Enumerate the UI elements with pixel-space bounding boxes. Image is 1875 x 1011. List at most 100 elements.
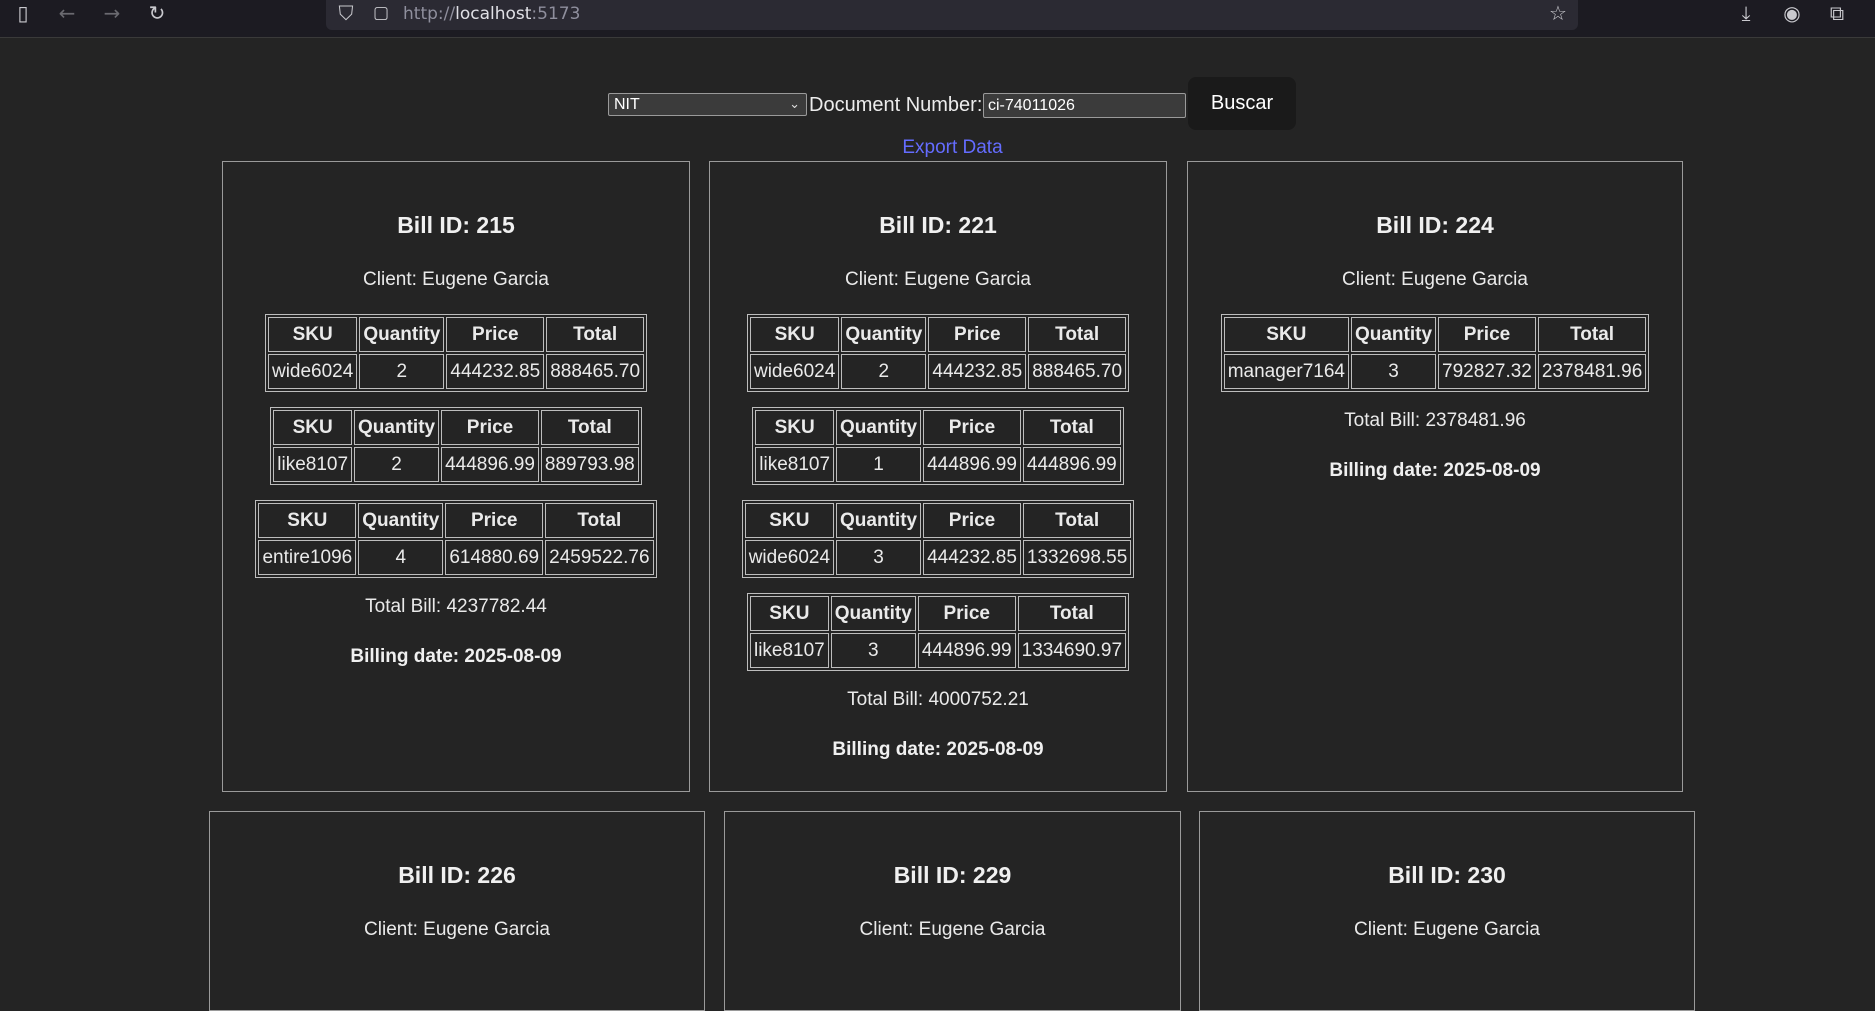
- column-header: Quantity: [836, 410, 922, 445]
- column-header: Total: [546, 317, 645, 352]
- item-qty-cell: 1: [836, 447, 922, 482]
- item-sku-cell: entire1096: [258, 540, 357, 575]
- forward-arrow-icon[interactable]: →: [99, 0, 125, 26]
- column-header: SKU: [749, 596, 829, 631]
- column-header: Total: [540, 410, 639, 445]
- item-qty-cell: 2: [354, 447, 440, 482]
- search-bar: NIT ⌄ Document Number: ci-74011026 Busca…: [608, 77, 1298, 131]
- table-header-row: SKU Quantity Price Total: [749, 596, 1127, 631]
- column-header: Price: [446, 317, 545, 352]
- item-price-cell: 444896.99: [917, 633, 1016, 668]
- bill-card: Bill ID: 221 Client: Eugene Garcia SKU Quan…: [709, 161, 1167, 792]
- item-sku-cell: like8107: [749, 633, 829, 668]
- table-row: like8107 1 444896.99 444896.99: [755, 447, 1121, 482]
- table-row: wide6024 2 444232.85 888465.70: [267, 354, 645, 389]
- browser-toolbar: ▯ ← → ↻ ⛉ ▢ http://localhost:5173 ☆ ⤓ ◉ …: [0, 0, 1875, 38]
- extensions-icon[interactable]: ⧉: [1824, 0, 1850, 26]
- table-row: entire1096 4 614880.69 2459522.76: [258, 540, 654, 575]
- bill-card: Bill ID: 229 Client: Eugene Garcia: [724, 811, 1181, 1011]
- column-header: Price: [928, 317, 1027, 352]
- item-table: SKU Quantity Price Total like8107 2 444896.99 8…: [270, 407, 642, 485]
- column-header: Price: [917, 596, 1016, 631]
- export-data-link[interactable]: Export Data: [0, 137, 1875, 159]
- item-total-cell: 444896.99: [1022, 447, 1121, 482]
- column-header: Quantity: [1350, 317, 1437, 352]
- item-sku-cell: like8107: [273, 447, 353, 482]
- item-qty-cell: 3: [830, 633, 916, 668]
- bill-client: Client: Eugene Garcia: [845, 269, 1031, 290]
- item-price-cell: 614880.69: [445, 540, 544, 575]
- download-icon[interactable]: ⤓: [1733, 0, 1759, 26]
- item-price-cell: 444232.85: [446, 354, 545, 389]
- item-qty-cell: 2: [841, 354, 927, 389]
- item-table: SKU Quantity Price Total like8107 1 444896.99 4…: [752, 407, 1124, 485]
- column-header: Price: [441, 410, 539, 445]
- column-header: SKU: [273, 410, 353, 445]
- item-sku-cell: wide6024: [744, 540, 835, 575]
- column-header: Total: [545, 503, 654, 538]
- total-bill: Total Bill: 2378481.96: [1344, 410, 1526, 431]
- column-header: Price: [445, 503, 544, 538]
- total-bill: Total Bill: 4237782.44: [365, 596, 547, 617]
- item-table: SKU Quantity Price Total entire1096 4 614880.6…: [255, 500, 657, 578]
- column-header: Price: [1438, 317, 1536, 352]
- column-header: Total: [1028, 317, 1127, 352]
- table-header-row: SKU Quantity Price Total: [744, 503, 1132, 538]
- column-header: Quantity: [358, 503, 444, 538]
- bill-card: Bill ID: 230 Client: Eugene Garcia: [1199, 811, 1695, 1011]
- column-header: Quantity: [830, 596, 916, 631]
- document-type-select[interactable]: NIT ⌄: [608, 93, 807, 116]
- bill-id-heading: Bill ID: 224: [1376, 212, 1494, 238]
- bill-id-heading: Bill ID: 229: [893, 862, 1012, 888]
- bill-card: Bill ID: 224 Client: Eugene Garcia SKU Quan…: [1187, 161, 1683, 792]
- sidebar-toggle-icon[interactable]: ▯: [10, 0, 36, 26]
- column-header: SKU: [749, 317, 840, 352]
- bill-items: SKU Quantity Price Total wide6024 2 444232.85 8…: [710, 314, 1166, 686]
- bill-card: Bill ID: 226 Client: Eugene Garcia: [209, 811, 705, 1011]
- item-table: SKU Quantity Price Total wide6024 2 444232.85 8…: [264, 314, 648, 392]
- page-info-icon[interactable]: ▢: [368, 0, 394, 26]
- table-header-row: SKU Quantity Price Total: [273, 410, 639, 445]
- column-header: Quantity: [841, 317, 927, 352]
- bill-id-heading: Bill ID: 226: [398, 862, 516, 888]
- table-header-row: SKU Quantity Price Total: [755, 410, 1121, 445]
- document-number-input[interactable]: ci-74011026: [983, 93, 1186, 118]
- item-sku-cell: manager7164: [1223, 354, 1349, 389]
- item-qty-cell: 3: [836, 540, 922, 575]
- column-header: SKU: [744, 503, 835, 538]
- item-sku-cell: wide6024: [749, 354, 840, 389]
- item-price-cell: 444232.85: [928, 354, 1027, 389]
- total-bill: Total Bill: 4000752.21: [847, 689, 1029, 710]
- reload-icon[interactable]: ↻: [144, 0, 170, 26]
- bookmark-star-icon[interactable]: ☆: [1545, 0, 1571, 26]
- column-header: Total: [1017, 596, 1127, 631]
- table-header-row: SKU Quantity Price Total: [749, 317, 1127, 352]
- column-header: Price: [923, 410, 1021, 445]
- item-total-cell: 889793.98: [540, 447, 639, 482]
- search-button[interactable]: Buscar: [1188, 77, 1296, 130]
- column-header: Quantity: [359, 317, 445, 352]
- url-text[interactable]: http://localhost:5173: [403, 4, 580, 24]
- table-row: manager7164 3 792827.32 2378481.96: [1223, 354, 1647, 389]
- item-sku-cell: wide6024: [267, 354, 358, 389]
- back-arrow-icon[interactable]: ←: [54, 0, 80, 26]
- item-sku-cell: like8107: [755, 447, 835, 482]
- table-row: like8107 2 444896.99 889793.98: [273, 447, 639, 482]
- item-total-cell: 1334690.97: [1017, 633, 1127, 668]
- bill-client: Client: Eugene Garcia: [363, 269, 549, 290]
- document-number-label: Document Number:: [809, 94, 983, 116]
- account-icon[interactable]: ◉: [1779, 0, 1805, 26]
- table-row: wide6024 2 444232.85 888465.70: [749, 354, 1127, 389]
- bill-client: Client: Eugene Garcia: [1342, 269, 1528, 290]
- table-header-row: SKU Quantity Price Total: [1223, 317, 1647, 352]
- table-header-row: SKU Quantity Price Total: [258, 503, 654, 538]
- item-table: SKU Quantity Price Total wide6024 2 444232.85 8…: [746, 314, 1130, 392]
- item-qty-cell: 2: [359, 354, 445, 389]
- item-qty-cell: 3: [1350, 354, 1437, 389]
- item-price-cell: 444896.99: [441, 447, 539, 482]
- billing-date: Billing date: 2025-08-09: [832, 739, 1044, 760]
- item-price-cell: 792827.32: [1438, 354, 1536, 389]
- column-header: SKU: [267, 317, 358, 352]
- shield-icon[interactable]: ⛉: [333, 0, 359, 26]
- item-price-cell: 444896.99: [923, 447, 1021, 482]
